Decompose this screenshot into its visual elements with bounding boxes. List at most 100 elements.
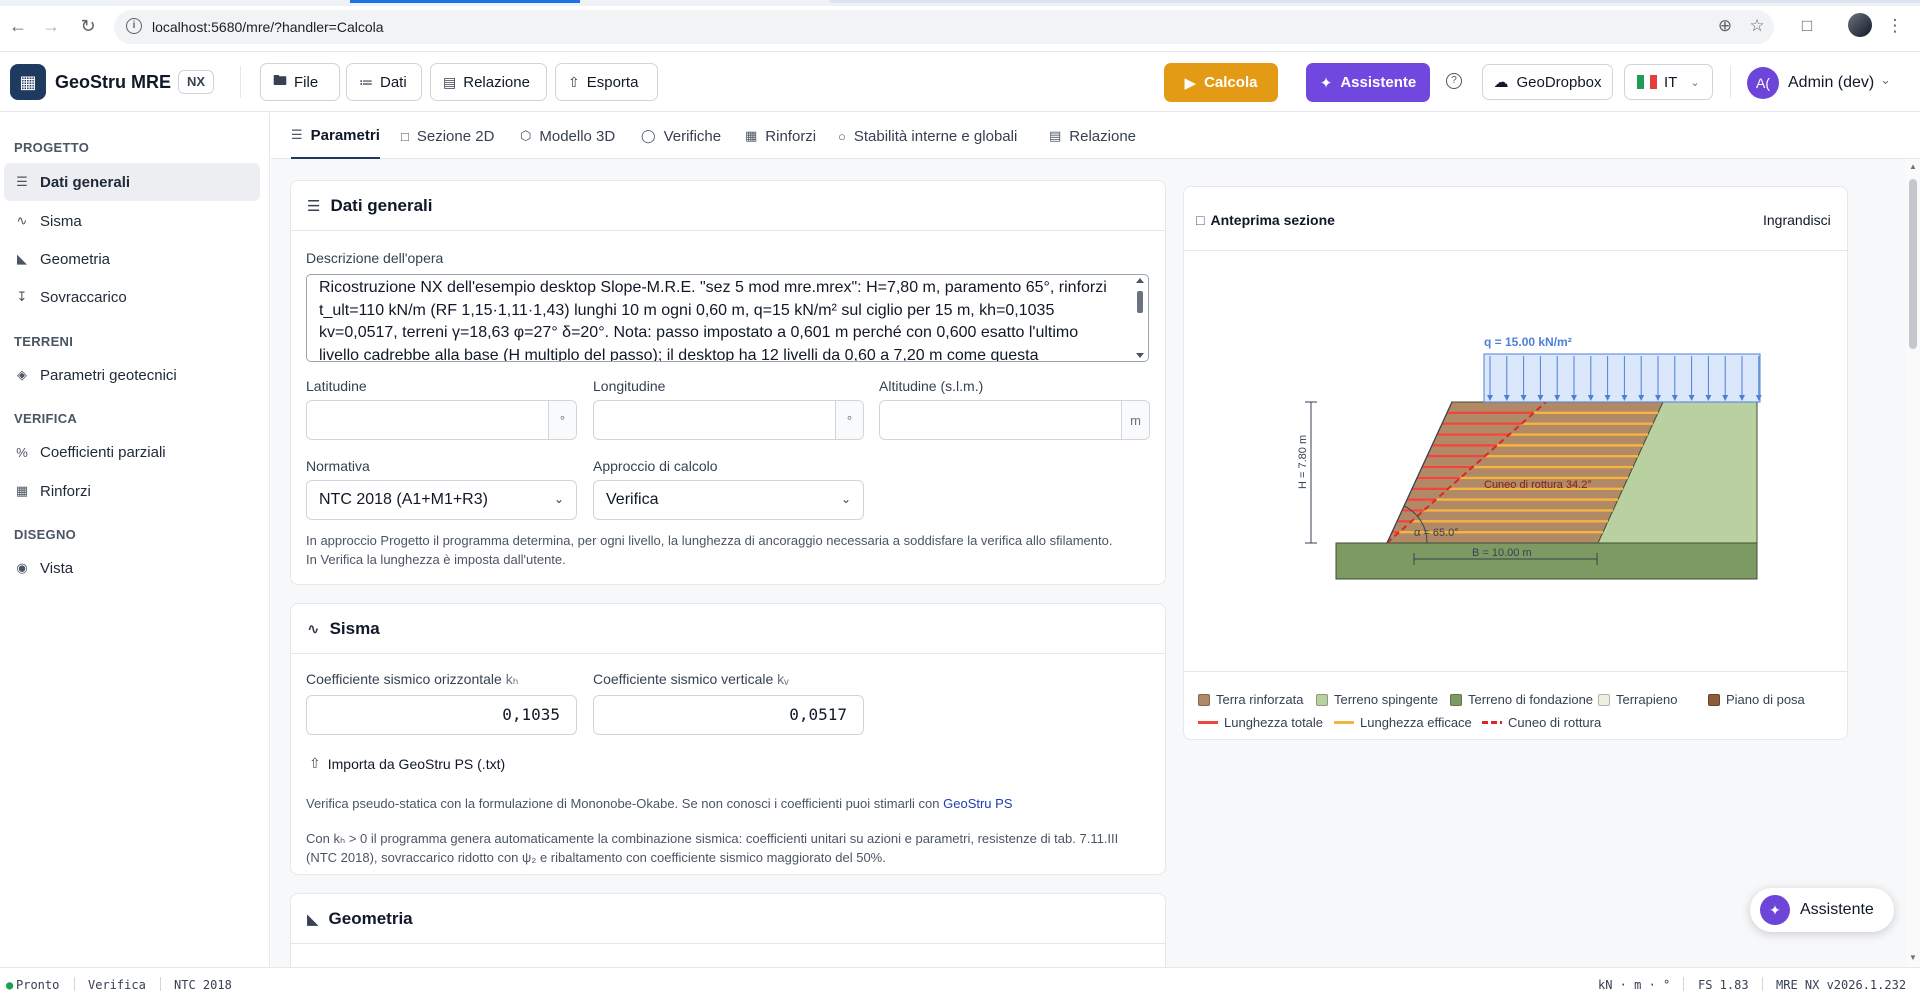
shield-icon: ◯ [641, 128, 656, 143]
sliders-icon: ☰ [16, 174, 28, 189]
approccio-select[interactable]: Verifica ⌄ [593, 480, 864, 520]
assistente-fab[interactable]: ✦ Assistente [1750, 888, 1894, 932]
arrow-down-circle-icon: ↧ [16, 289, 28, 304]
calcola-button[interactable]: ▶ Calcola [1164, 63, 1278, 102]
legend-label: Cuneo di rottura [1508, 715, 1602, 730]
tab-relazione[interactable]: ▤ Relazione [1049, 113, 1136, 159]
site-info-icon[interactable]: i [126, 18, 142, 34]
status-bar: ● Pronto Verifica NTC 2018 kN · m · ° FS… [0, 967, 1920, 1000]
url-text: localhost:5680/mre/?handler=Calcola [152, 19, 384, 35]
main-content: ☰ Dati generali Descrizione dell'opera Ri… [271, 159, 1920, 967]
sidebar-item-rinforzi[interactable]: ▦ Rinforzi [4, 472, 260, 510]
legend-swatch [1198, 693, 1210, 706]
status-units: kN · m · ° [1598, 978, 1671, 992]
sparkle-icon: ✦ [1319, 74, 1333, 92]
app-brand: GeoStru MRE [55, 72, 172, 92]
textarea-scrollbar[interactable] [1134, 277, 1146, 359]
wedge-label: Cuneo di rottura 34.2° [1484, 479, 1592, 491]
browser-tabstrip [0, 0, 1920, 6]
language-select[interactable]: IT ⌄ [1624, 64, 1713, 100]
normativa-label: Normativa [306, 458, 370, 474]
geodropbox-button[interactable]: ☁ GeoDropbox [1482, 64, 1613, 100]
main-scrollbar[interactable]: ▲ ▼ [1906, 159, 1920, 967]
document-icon: ▤ [443, 73, 457, 90]
bookmark-star-icon[interactable]: ☆ [1746, 15, 1768, 37]
upload-icon: ⇧ [309, 755, 321, 771]
altitudine-input[interactable]: m [879, 400, 1150, 440]
export-icon: ⇧ [568, 73, 580, 90]
document-icon: ▤ [1049, 128, 1062, 143]
browser-profile-avatar[interactable] [1848, 13, 1872, 37]
card-header: ◣ Geometria [291, 894, 1165, 944]
back-icon[interactable]: ← [6, 14, 30, 38]
activity-icon: ∿ [16, 213, 28, 228]
geostru-ps-link[interactable]: GeoStru PS [943, 796, 1012, 811]
assistente-button[interactable]: ✦ Assistente [1306, 63, 1430, 102]
descrizione-textarea[interactable]: Ricostruzione NX dell'esempio desktop Sl… [306, 274, 1149, 362]
status-mode: Verifica [88, 978, 146, 992]
kv-label: Coefficiente sismico verticale kᵥ [593, 671, 789, 687]
help-icon[interactable]: ? [1446, 73, 1462, 89]
tab-parametri[interactable]: ☰ Parametri [291, 113, 380, 159]
browser-menu-icon[interactable]: ⋮ [1884, 15, 1906, 37]
latitudine-input[interactable]: ° [306, 400, 577, 440]
legend-label: Piano di posa [1726, 692, 1805, 707]
app-logo-icon: ▦ [10, 64, 46, 100]
geometria-card: ◣ Geometria [290, 893, 1166, 967]
sidebar-item-parametri-geotecnici[interactable]: ◈ Parametri geotecnici [4, 356, 260, 394]
sidebar-item-sisma[interactable]: ∿ Sisma [4, 202, 260, 240]
layers-icon: ◈ [17, 367, 27, 382]
sidebar-item-sovraccarico[interactable]: ↧ Sovraccarico [4, 278, 260, 316]
longitudine-input[interactable]: ° [593, 400, 864, 440]
legend-item: Piano di posa [1708, 692, 1805, 707]
ruler-icon: ◣ [307, 910, 319, 928]
tab-stabilita[interactable]: ○ Stabilità interne e globali [838, 113, 1017, 159]
sisma-card: ∿ Sisma Coefficiente sismico orizzontale … [290, 603, 1166, 875]
user-name[interactable]: Admin (dev) [1788, 74, 1874, 92]
altitudine-label: Altitudine (s.l.m.) [879, 378, 984, 394]
activity-icon: ∿ [307, 620, 320, 638]
sparkle-icon: ✦ [1760, 895, 1790, 925]
legend-item: Terrapieno [1598, 692, 1677, 707]
address-bar[interactable]: i localhost:5680/mre/?handler=Calcola [114, 10, 1774, 44]
extensions-icon[interactable]: □ [1796, 15, 1818, 37]
chevron-down-icon: ⌄ [1690, 76, 1700, 89]
ingrandisci-button[interactable]: Ingrandisci [1763, 212, 1831, 228]
normativa-select[interactable]: NTC 2018 (A1+M1+R3) ⌄ [306, 480, 577, 520]
file-menu-button[interactable]: 🖿 File [260, 63, 340, 101]
sidebar: PROGETTO ☰ Dati generali ∿ Sisma ◣ Geometri… [0, 113, 270, 967]
database-icon: ≔ [359, 73, 373, 90]
legend-item: Cuneo di rottura [1482, 715, 1601, 730]
sidebar-item-dati-generali[interactable]: ☰ Dati generali [4, 163, 260, 201]
reload-icon[interactable]: ↻ [76, 14, 100, 38]
zoom-icon[interactable]: ⊕ [1714, 15, 1736, 37]
tab-sezione-2d[interactable]: □ Sezione 2D [401, 113, 494, 159]
forward-icon[interactable]: → [39, 14, 63, 38]
list-icon: ☰ [291, 127, 303, 142]
table-icon: ▦ [745, 128, 758, 143]
legend-swatch [1316, 693, 1328, 706]
dati-menu-button[interactable]: ≔ Dati [346, 63, 422, 101]
import-geostru-ps-button[interactable]: ⇧ Importa da GeoStru PS (.txt) [309, 755, 505, 772]
sidebar-item-geometria[interactable]: ◣ Geometria [4, 240, 260, 278]
descrizione-label: Descrizione dell'opera [306, 250, 444, 266]
status-state: Pronto [16, 978, 60, 992]
sidebar-item-vista[interactable]: ◉ Vista [4, 549, 260, 587]
tab-rinforzi[interactable]: ▦ Rinforzi [745, 113, 816, 159]
kv-input[interactable]: 0,0517 [593, 695, 864, 735]
tab-verifiche[interactable]: ◯ Verifiche [641, 113, 721, 159]
legend-label: Terreno spingente [1334, 692, 1439, 707]
kh-input[interactable]: 0,1035 [306, 695, 577, 735]
esporta-menu-button[interactable]: ⇧ Esporta [555, 63, 658, 101]
ruler-icon: ◣ [17, 251, 27, 266]
sidebar-item-coefficienti-parziali[interactable]: % Coefficienti parziali [4, 433, 260, 471]
legend-swatch [1450, 693, 1462, 706]
chevron-down-icon: ⌄ [840, 492, 851, 506]
legend-label: Terrapieno [1616, 692, 1678, 707]
cube-icon: ⬡ [520, 128, 532, 143]
browser-chrome: ← → ↻ i localhost:5680/mre/?handler=Calc… [0, 0, 1920, 52]
relazione-menu-button[interactable]: ▤ Relazione [430, 63, 547, 101]
tab-modello-3d[interactable]: ⬡ Modello 3D [520, 113, 615, 159]
chevron-down-icon[interactable]: ⌄ [1880, 72, 1891, 88]
user-avatar[interactable]: A( [1747, 67, 1779, 99]
